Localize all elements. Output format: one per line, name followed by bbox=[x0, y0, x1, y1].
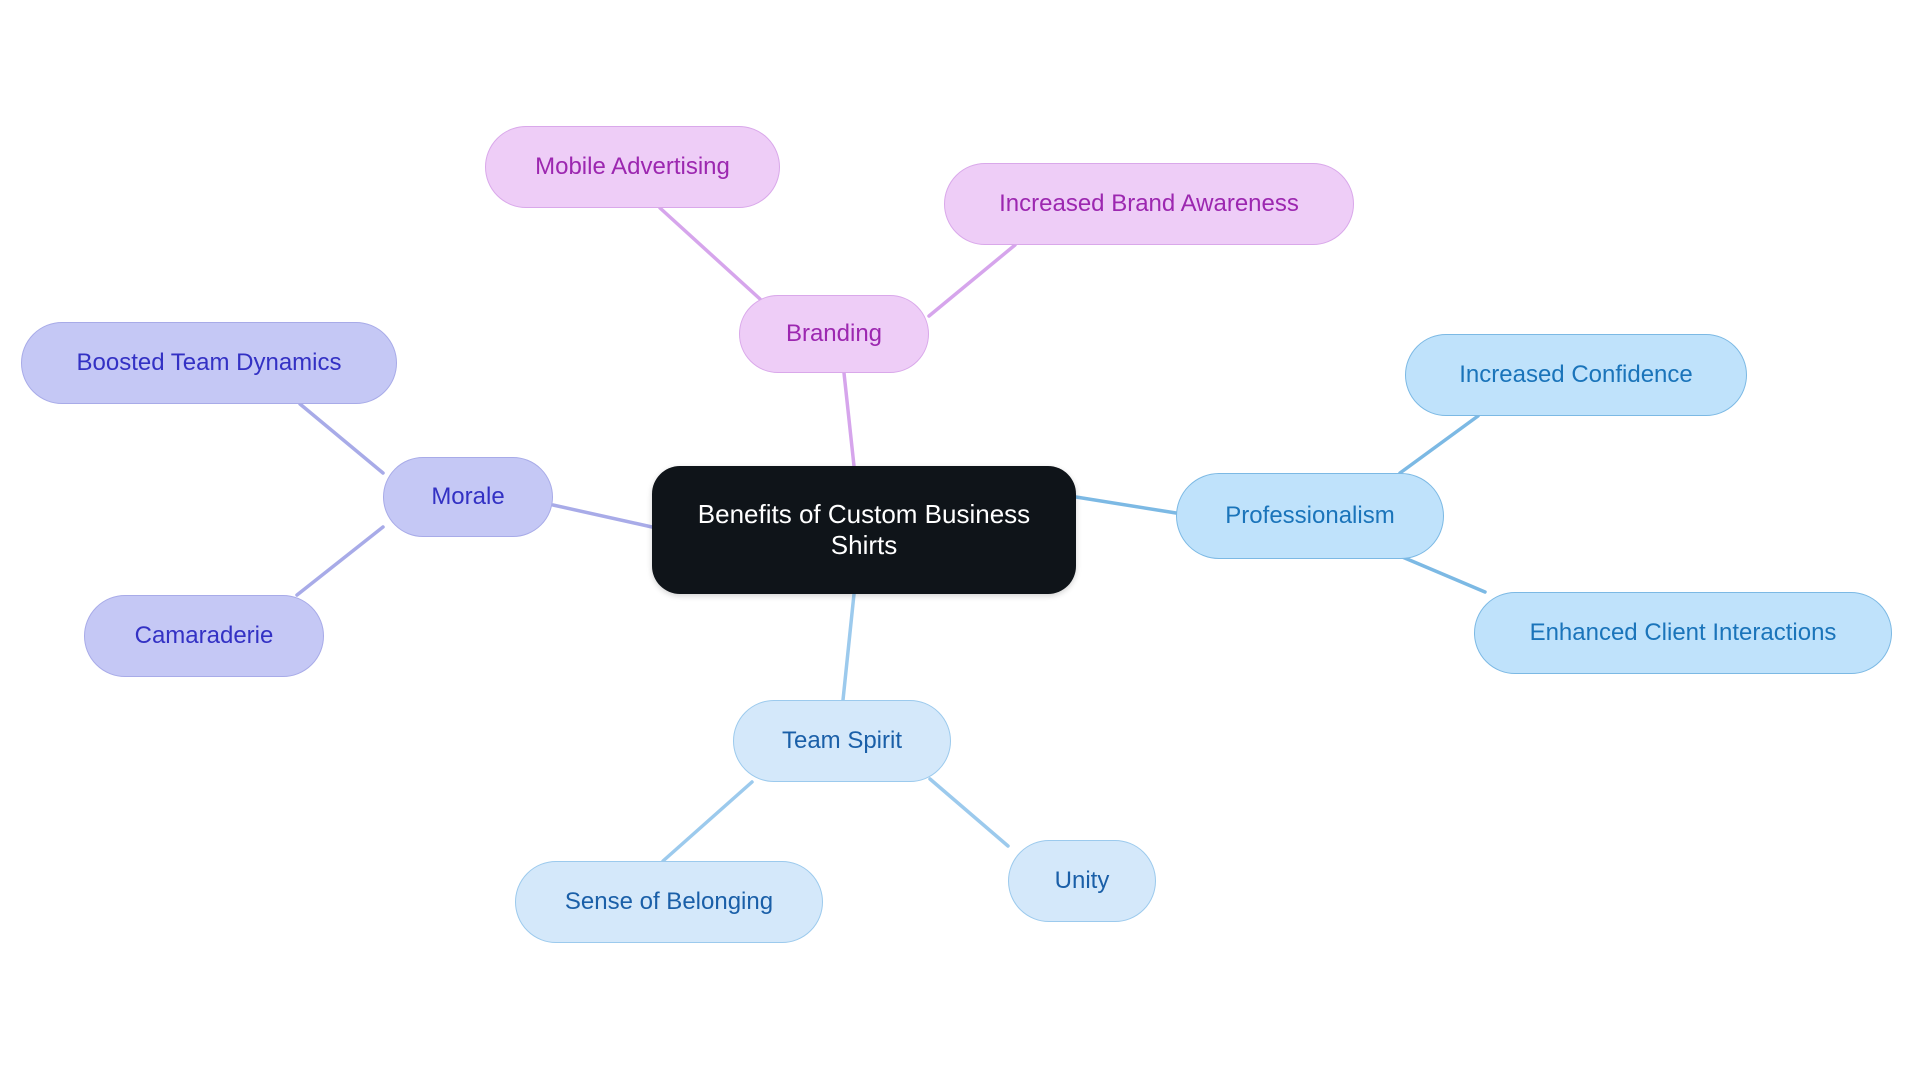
node-increased-confidence[interactable]: Increased Confidence bbox=[1405, 334, 1747, 416]
edge-root-morale bbox=[551, 503, 654, 529]
edge-prof-client bbox=[1398, 554, 1487, 594]
edge-root-professionalism bbox=[1074, 495, 1178, 515]
node-label-sense-of-belonging: Sense of Belonging bbox=[564, 887, 774, 915]
node-mobile-advertising[interactable]: Mobile Advertising bbox=[485, 126, 780, 208]
node-branding[interactable]: Branding bbox=[739, 295, 929, 373]
node-professionalism[interactable]: Professionalism bbox=[1176, 473, 1444, 559]
node-team-spirit[interactable]: Team Spirit bbox=[733, 700, 951, 782]
node-label-boosted-team-dynamics: Boosted Team Dynamics bbox=[76, 348, 342, 376]
node-label-branding: Branding bbox=[785, 319, 883, 347]
edge-spirit-belonging bbox=[661, 780, 754, 863]
node-label-root: Benefits of Custom Business Shirts bbox=[697, 499, 1031, 560]
edge-prof-confidence bbox=[1398, 414, 1480, 475]
node-label-unity: Unity bbox=[1054, 866, 1110, 894]
node-camaraderie[interactable]: Camaraderie bbox=[84, 595, 324, 677]
node-enhanced-client-interactions[interactable]: Enhanced Client Interactions bbox=[1474, 592, 1892, 674]
node-increased-brand-awareness[interactable]: Increased Brand Awareness bbox=[944, 163, 1354, 245]
node-label-camaraderie: Camaraderie bbox=[134, 621, 274, 649]
node-unity[interactable]: Unity bbox=[1008, 840, 1156, 922]
edge-root-branding bbox=[842, 371, 856, 468]
node-label-morale: Morale bbox=[431, 482, 505, 510]
node-morale[interactable]: Morale bbox=[383, 457, 553, 537]
edge-spirit-unity bbox=[928, 777, 1010, 848]
node-label-increased-brand-awareness: Increased Brand Awareness bbox=[999, 189, 1299, 217]
edge-morale-boosted bbox=[298, 402, 385, 475]
edge-morale-camaraderie bbox=[295, 525, 385, 597]
node-boosted-team-dynamics[interactable]: Boosted Team Dynamics bbox=[21, 322, 397, 404]
edge-branding-awareness bbox=[927, 243, 1017, 318]
node-label-enhanced-client-interactions: Enhanced Client Interactions bbox=[1529, 618, 1837, 646]
node-label-team-spirit: Team Spirit bbox=[781, 726, 903, 754]
mindmap-canvas: Benefits of Custom Business Shirts Brandi… bbox=[0, 0, 1920, 1083]
node-root[interactable]: Benefits of Custom Business Shirts bbox=[652, 466, 1076, 594]
edge-root-teamspirit bbox=[841, 592, 856, 702]
node-sense-of-belonging[interactable]: Sense of Belonging bbox=[515, 861, 823, 943]
edge-branding-mobile bbox=[658, 206, 762, 301]
node-label-increased-confidence: Increased Confidence bbox=[1459, 360, 1693, 388]
node-label-mobile-advertising: Mobile Advertising bbox=[535, 152, 730, 180]
node-label-professionalism: Professionalism bbox=[1225, 501, 1395, 529]
